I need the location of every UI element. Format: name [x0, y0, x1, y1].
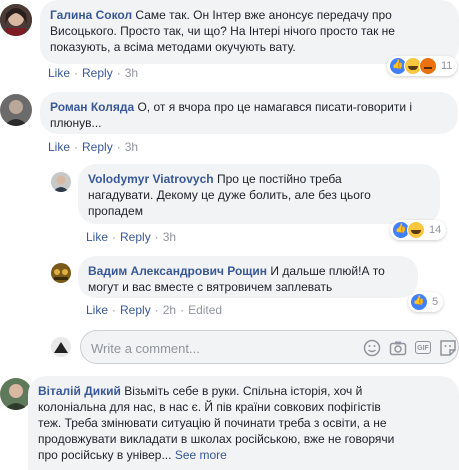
like-link[interactable]: Like [48, 66, 70, 80]
comment-text: теж. Треба змінювати ситуацію й починати… [38, 416, 387, 430]
haha-reaction-icon [407, 221, 425, 239]
comment-actions: Like · Reply · 3h [86, 230, 177, 244]
comment-actions: Like · Reply · 3h [48, 140, 139, 154]
reaction-count: 5 [432, 296, 439, 308]
edited-label[interactable]: Edited [188, 303, 222, 317]
comment-input[interactable] [89, 338, 333, 358]
timestamp[interactable]: 3h [163, 230, 176, 244]
comment-text: колоніальна для нас, в нас є. Й пів краї… [38, 400, 381, 414]
camera-icon[interactable] [389, 339, 407, 357]
comment-author[interactable]: Роман Коляда [50, 100, 134, 114]
comment-text: про російську в універ... [38, 448, 172, 462]
avatar[interactable] [0, 94, 32, 126]
comment-text: Висоцького. Просто так, чи що? На Інтері… [50, 24, 395, 38]
composer-avatar [51, 337, 71, 357]
comment-text: Про це постійно треба [216, 172, 342, 186]
comment-text: Візьміть себе в руки. Спільна історія, х… [124, 384, 363, 398]
like-link[interactable]: Like [86, 303, 108, 317]
comment-text: нагадувати. Декому це дуже болить, але б… [88, 188, 371, 202]
comment-bubble: Віталій Дикий Візьміть себе в руки. Спіл… [28, 376, 459, 470]
comment-text: Саме так. Он Інтер вже анонсує передачу … [135, 8, 392, 22]
angry-reaction-icon [419, 57, 437, 75]
reply-link[interactable]: Reply [120, 230, 151, 244]
emoji-icon[interactable] [363, 339, 381, 357]
like-link[interactable]: Like [48, 140, 70, 154]
comment-author[interactable]: Volodymyr Viatrovych [88, 172, 214, 186]
avatar[interactable] [51, 263, 71, 283]
see-more-link[interactable]: See more [175, 448, 227, 462]
comment-text: пропадем [88, 204, 143, 218]
comment-actions: Like · Reply · 2h · Edited [86, 303, 223, 317]
reaction-count: 11 [441, 60, 453, 72]
comment-bubble: Volodymyr Viatrovych Про це постійно тре… [78, 164, 440, 224]
comment-text: плюнув... [50, 116, 102, 130]
comment-text: могут и вас вместе с вятровичем заплеват… [88, 280, 333, 294]
gif-icon[interactable]: GIF [415, 341, 431, 354]
reply-link[interactable]: Reply [82, 140, 113, 154]
comment-bubble: Вадим Александрович Рощин И дальше плюй!… [78, 256, 418, 298]
reaction-count: 14 [429, 224, 442, 236]
sticker-icon[interactable] [439, 339, 457, 357]
comment-bubble: Роман Коляда О, от я вчора про це намага… [40, 92, 458, 134]
avatar[interactable] [0, 4, 32, 36]
comment-author[interactable]: Віталій Дикий [38, 384, 121, 398]
reaction-summary[interactable]: 14 [390, 220, 447, 240]
timestamp[interactable]: 3h [125, 140, 138, 154]
comment-text: И дальше плюй!А то [270, 264, 385, 278]
comment-text: продовжувати викладати в школах російськ… [38, 432, 395, 446]
comment-composer: GIF [80, 330, 459, 364]
comment-text: О, от я вчора про це намагався писати-го… [137, 100, 413, 114]
comment-author[interactable]: Вадим Александрович Рощин [88, 264, 267, 278]
like-link[interactable]: Like [86, 230, 108, 244]
comment-author[interactable]: Галина Сокол [50, 8, 132, 22]
comment-bubble: Галина Сокол Саме так. Он Інтер вже анон… [40, 0, 459, 64]
like-reaction-icon [410, 293, 428, 311]
timestamp[interactable]: 3h [125, 66, 138, 80]
comment-text: показують, а всіма методами окучують ват… [50, 40, 296, 54]
avatar[interactable] [51, 172, 71, 192]
reaction-summary[interactable]: 11 [387, 56, 458, 76]
reply-link[interactable]: Reply [82, 66, 113, 80]
comment-actions: Like · Reply · 3h [48, 66, 139, 80]
timestamp[interactable]: 2h [163, 303, 176, 317]
reaction-summary[interactable]: 5 [408, 292, 444, 312]
reply-link[interactable]: Reply [120, 303, 151, 317]
